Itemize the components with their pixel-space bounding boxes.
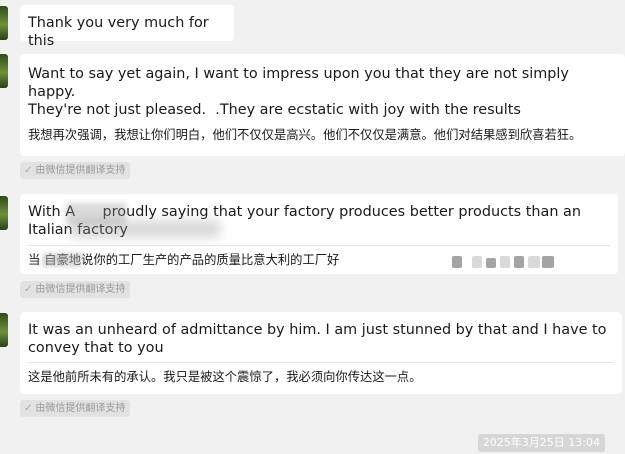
translation-text: 我想再次强调，我想让你们明白，他们不仅仅是高兴。他们不仅仅是满意。他们对结果感到… — [28, 128, 582, 142]
translation-badge[interactable]: ✓ 由微信提供翻译支持 — [20, 281, 131, 298]
redaction-pixel — [528, 256, 540, 268]
redaction-pixel — [452, 256, 462, 268]
translation-badge-label: 由微信提供翻译支持 — [35, 284, 126, 295]
message-bubble[interactable]: Thank you very much for this — [20, 5, 234, 49]
translation-divider — [28, 123, 617, 124]
translation-text: 这是他前所未有的承认。我只是被这个震惊了，我必须向你传达这一点。 — [28, 370, 422, 384]
translation-badge-label: 由微信提供翻译支持 — [35, 403, 126, 414]
redaction-pixel — [486, 258, 496, 268]
redaction-pixel — [500, 256, 510, 268]
translation-divider — [28, 362, 614, 363]
translation-badge[interactable]: ✓ 由微信提供翻译支持 — [20, 400, 131, 417]
redaction-pixel — [472, 256, 482, 268]
message-bubble[interactable]: Want to say yet again, I want to impress… — [20, 54, 625, 156]
translation-divider — [28, 245, 610, 246]
chat-window: Thank you very much for this Want to say… — [0, 0, 625, 454]
message-text: Want to say yet again, I want to impress… — [28, 66, 569, 118]
redaction-pixel — [514, 256, 524, 268]
message-text: It was an unheard of admittance by him. … — [28, 322, 612, 356]
translation-badge[interactable]: ✓ 由微信提供翻译支持 — [20, 162, 131, 179]
redaction-blur — [70, 220, 220, 238]
message-text: Thank you very much for this — [28, 15, 214, 49]
redaction-pixel — [542, 256, 554, 268]
check-circle-icon: ✓ — [24, 165, 33, 176]
redaction-blur — [42, 253, 82, 267]
avatar[interactable] — [0, 313, 8, 347]
check-circle-icon: ✓ — [24, 284, 33, 295]
avatar[interactable] — [0, 6, 8, 40]
message-bubble[interactable]: It was an unheard of admittance by him. … — [20, 312, 622, 394]
translation-badge-label: 由微信提供翻译支持 — [35, 165, 126, 176]
timestamp-badge: 2025年3月25日 13:04 — [477, 434, 605, 452]
avatar[interactable] — [0, 54, 8, 88]
avatar[interactable] — [0, 196, 8, 230]
check-circle-icon: ✓ — [24, 403, 33, 414]
